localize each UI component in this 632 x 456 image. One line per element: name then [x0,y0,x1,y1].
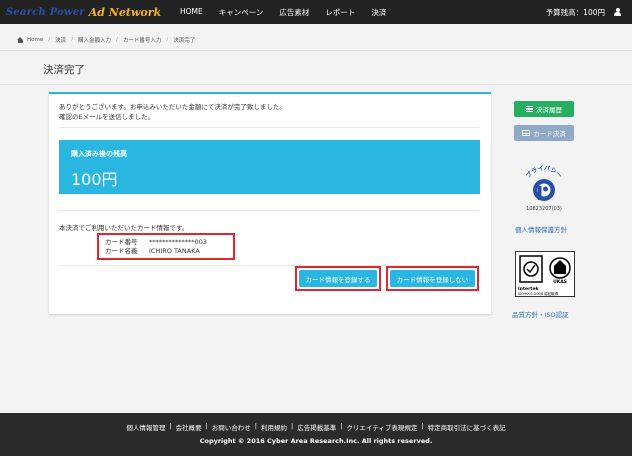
card-payment-button[interactable]: カード決済 [514,125,574,141]
footer: 個人情報管理 | 会社概要 | お問い合わせ | 利用規約 | 広告掲載基準 |… [0,413,632,456]
navbar-right: 予算残高：100円 [546,0,622,24]
breadcrumb-card-input[interactable]: カード番号入力 [123,36,162,44]
page-title: 決済完了 [43,64,85,76]
card-payment-label: カード決済 [533,130,566,138]
breadcrumb-amount-input[interactable]: 購入金額入力 [78,36,111,44]
payment-history-label: 決済履歴 [536,106,562,114]
footer-separator: | [291,422,294,430]
register-card-button-label: カード情報を登録する [299,270,377,287]
credit-card-icon [522,130,531,136]
breadcrumb-divider [0,50,632,51]
payment-history-button[interactable]: 決済履歴 [514,101,574,117]
balance-value: 100円 [71,170,118,189]
card-name-row: カード名義 ICHIRO TANAKA [105,247,233,256]
footer-link-ad-standards[interactable]: 広告掲載基準 [297,422,336,432]
svg-text:プライバシー: プライバシー [524,164,563,180]
privacy-policy-link[interactable]: 個人情報保護方針 [515,224,567,234]
do-not-register-card-button-label: カード情報を登録しない [390,270,475,287]
panel-divider [59,210,479,211]
breadcrumb-separator: / [48,37,51,43]
card-name-value: ICHIRO TANAKA [149,247,200,255]
top-navbar: Search Power Ad Network HOME キャンペーン 広告素材… [0,0,632,24]
card-number-label: カード番号 [105,238,138,246]
breadcrumb-separator: / [71,37,73,43]
quality-policy-iso-link[interactable]: 品質方針・ISO認証 [512,309,569,319]
email-sent-message: 確認のEメールを送信しました。 [59,113,155,121]
budget-balance: 予算残高：100円 [545,7,605,17]
breadcrumb-complete: 決済完了 [173,38,196,44]
footer-link-terms[interactable]: 利用規約 [261,422,287,432]
card-info-box: カード番号 **************003 カード名義 ICHIRO TAN… [97,233,235,260]
footer-separator: | [169,422,172,430]
nav-item-report[interactable]: レポート [325,7,355,18]
logo[interactable]: Search Power Ad Network [6,5,166,19]
footer-link-commerce-law[interactable]: 特定商取引法に基づく表記 [428,422,506,432]
footer-separator: | [254,422,257,430]
footer-link-privacy[interactable]: 個人情報管理 [126,422,165,432]
footer-separator: | [205,422,208,430]
footer-separator: | [340,422,343,430]
footer-link-company[interactable]: 会社概要 [176,422,202,432]
panel-divider [59,127,479,128]
iso-certification-mark[interactable]: UKAS Intertek ISO9001:2008 認証取得 [515,251,575,297]
breadcrumb: Home / 決済 / 購入金額入力 / カード番号入力 / 決済完了 [0,33,632,47]
payment-complete-panel: ありがとうございます。お申込みいただいた金額にて決済が完了致しました。 確認のE… [49,92,491,314]
footer-separator: | [421,422,424,430]
card-number-value: **************003 [149,238,207,246]
copyright: Copyright © 2016 Cyber Area Research.Inc… [199,437,433,445]
nav-item-campaign[interactable]: キャンペーン [219,7,264,18]
balance-label: 購入済み後の残高 [71,150,127,158]
privacy-mark-number: 10823207(03) [526,206,562,212]
list-icon [526,106,533,112]
logo-text-search-power: Search Power [6,6,85,18]
logo-text-ad-network: Ad Network [88,5,162,19]
user-icon[interactable] [613,7,622,17]
register-card-button[interactable]: カード情報を登録する [295,266,381,291]
card-info-intro: 本決済でご利用いただいたカード情報です。 [59,224,189,232]
footer-link-contact[interactable]: お問い合わせ [212,422,251,432]
iso-emblem-icons: UKAS [519,255,571,285]
card-name-label: カード名義 [105,247,138,255]
breadcrumb-payment[interactable]: 決済 [55,36,66,44]
title-divider [0,84,632,85]
iso-number: ISO9001:2008 認証取得 [518,292,559,296]
card-number-row: カード番号 **************003 [105,238,233,247]
balance-box: 購入済み後の残高 100円 [59,140,480,194]
nav-item-payment[interactable]: 決済 [371,7,386,18]
breadcrumb-separator: / [116,37,118,43]
thank-you-message: ありがとうございます。お申込みいただいた金額にて決済が完了致しました。 [59,103,286,111]
privacy-mark-text: プライバシー [524,164,563,180]
footer-links: 個人情報管理 | 会社概要 | お問い合わせ | 利用規約 | 広告掲載基準 |… [0,422,632,432]
do-not-register-card-button[interactable]: カード情報を登録しない [386,266,479,291]
main-menu: HOME キャンペーン 広告素材 レポート 決済 [180,7,402,18]
breadcrumb-home[interactable]: Home [27,37,43,43]
footer-link-creative-rules[interactable]: クリエイティブ表現規定 [346,422,417,432]
breadcrumb-separator: / [166,37,169,43]
home-icon [17,37,24,43]
nav-item-ad-material[interactable]: 広告素材 [279,7,309,18]
nav-item-home[interactable]: HOME [180,7,203,18]
ukas-label: UKAS [553,279,567,285]
